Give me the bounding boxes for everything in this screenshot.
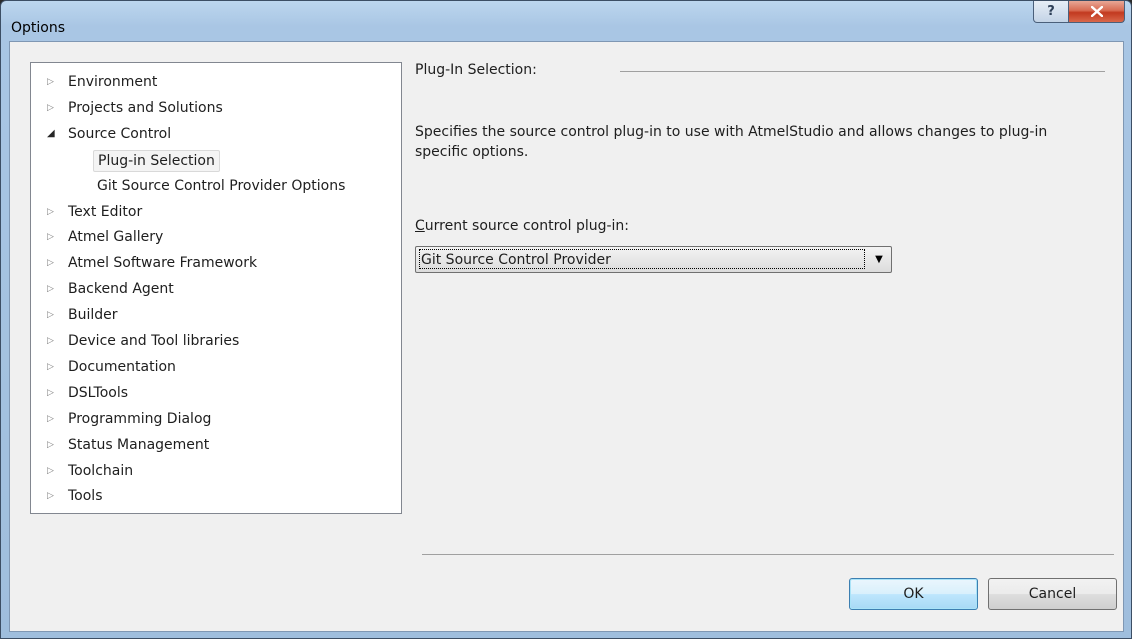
page-title: Plug-In Selection: (415, 62, 537, 78)
options-tree[interactable]: ▷ Environment ▷ Projects and Solutions ◢ Sour… (30, 62, 402, 514)
tree-item[interactable]: ◢ Source Control (31, 122, 401, 146)
close-icon (1090, 6, 1103, 17)
collapsed-arrow-icon[interactable]: ▷ (47, 277, 59, 301)
tree-item-label: Environment (68, 74, 158, 90)
collapsed-arrow-icon[interactable]: ▷ (47, 200, 59, 224)
tree-item-label: Toolchain (68, 462, 134, 479)
tree-item-label: Tools (68, 488, 103, 505)
help-button[interactable]: ? (1033, 1, 1069, 23)
tree-item-label: Atmel Gallery (68, 229, 164, 246)
source-control-plugin-select[interactable]: Git Source Control Provider ▼ (415, 246, 892, 273)
collapsed-arrow-icon[interactable]: ▷ (47, 433, 59, 457)
tree-item[interactable]: ▷ Environment (31, 70, 401, 94)
combo-label-text: urrent source control plug-in: (424, 218, 630, 234)
bottom-divider (422, 554, 1114, 555)
tree-item[interactable]: ▷ DSLTools (31, 381, 401, 405)
tree-item-label: DSLTools (68, 384, 129, 401)
tree-item[interactable]: ▷ Projects and Solutions (31, 96, 401, 120)
help-icon: ? (1047, 4, 1055, 19)
tree-item-label: Device and Tool libraries (68, 333, 240, 349)
title-bar: Options ? (1, 1, 1131, 41)
collapsed-arrow-icon[interactable]: ▷ (47, 459, 59, 483)
collapsed-arrow-icon[interactable]: ▷ (47, 96, 59, 120)
tree-item-label: Git Source Control Provider Options (97, 177, 346, 194)
tree-item[interactable]: ▷ Documentation (31, 355, 401, 379)
options-dialog: Options ? ▷ Environment ▷ Projects and Solu… (0, 0, 1132, 639)
tree-item-label: Builder (68, 307, 118, 324)
collapsed-arrow-icon[interactable]: ▷ (47, 329, 59, 353)
collapsed-arrow-icon[interactable]: ▷ (47, 70, 59, 94)
dialog-client-area: ▷ Environment ▷ Projects and Solutions ◢ Sour… (9, 41, 1124, 632)
tree-item[interactable]: ▷ Text Editor (31, 200, 401, 224)
chevron-down-icon[interactable]: ▼ (867, 247, 891, 272)
tree-item[interactable]: ▷ Atmel Software Framework (31, 251, 401, 275)
combo-label-accelerator: C (415, 218, 425, 234)
tree-item[interactable]: ▷ Atmel Gallery (31, 225, 401, 249)
collapsed-arrow-icon[interactable]: ▷ (47, 251, 59, 275)
window-title: Options (11, 20, 66, 36)
tree-item[interactable]: ▷ Status Management (31, 433, 401, 457)
title-bar-buttons: ? (1033, 1, 1125, 23)
tree-item-label: Documentation (68, 358, 176, 375)
tree-item-label: Source Control (68, 125, 172, 142)
tree-item-label: Plug-in Selection (93, 149, 220, 172)
tree-item-label: Status Management (68, 436, 210, 453)
cancel-button[interactable]: Cancel (988, 578, 1117, 610)
tree-item[interactable]: ▷ Builder (31, 303, 401, 327)
tree-item-label: Programming Dialog (68, 410, 212, 427)
tree-item[interactable]: Git Source Control Provider Options (31, 174, 401, 198)
combo-selected-value: Git Source Control Provider (419, 249, 865, 269)
tree-item[interactable]: ▷ Toolchain (31, 459, 401, 483)
tree-item-label: Projects and Solutions (68, 99, 223, 116)
tree-item[interactable]: ▷ Tools (31, 484, 401, 508)
ok-button[interactable]: OK (849, 578, 978, 610)
tree-item[interactable]: Plug-in Selection (31, 148, 401, 172)
tree-item[interactable]: ▷ Programming Dialog (31, 407, 401, 431)
collapsed-arrow-icon[interactable]: ▷ (47, 381, 59, 405)
tree-item-label: Backend Agent (68, 281, 174, 298)
collapsed-arrow-icon[interactable]: ▷ (47, 303, 59, 327)
page-description: Specifies the source control plug-in to … (415, 124, 1048, 160)
combo-label: Current source control plug-in: (415, 218, 629, 234)
tree-item[interactable]: ▷ Device and Tool libraries (31, 329, 401, 353)
collapsed-arrow-icon[interactable]: ▷ (47, 484, 59, 508)
title-divider (620, 71, 1105, 72)
close-button[interactable] (1069, 1, 1125, 23)
tree-item-label: Text Editor (68, 203, 143, 220)
tree-item[interactable]: ▷ Backend Agent (31, 277, 401, 301)
collapsed-arrow-icon[interactable]: ▷ (47, 407, 59, 431)
tree-item-label: Atmel Software Framework (68, 255, 258, 272)
collapsed-arrow-icon[interactable]: ▷ (47, 225, 59, 249)
expanded-arrow-icon[interactable]: ◢ (47, 122, 59, 146)
collapsed-arrow-icon[interactable]: ▷ (47, 355, 59, 379)
